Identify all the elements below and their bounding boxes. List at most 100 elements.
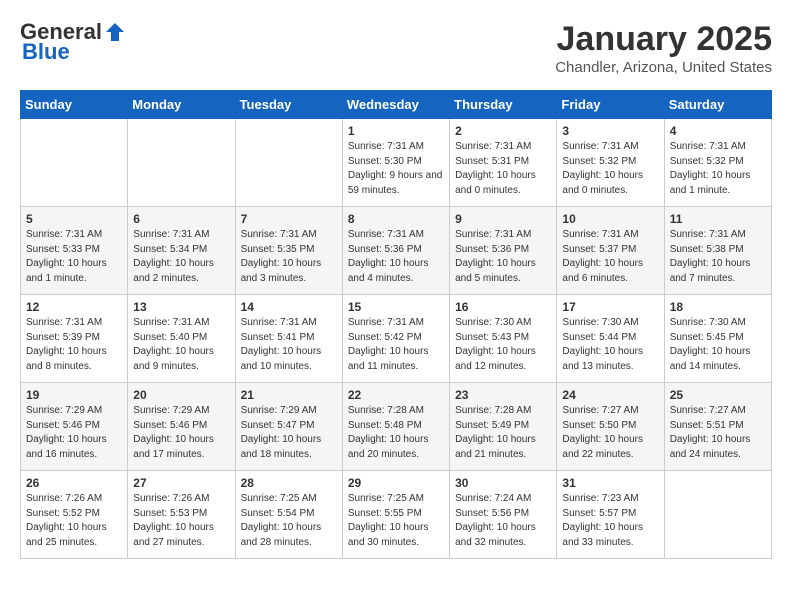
day-number: 26 — [26, 476, 122, 490]
calendar-cell: 20 Sunrise: 7:29 AM Sunset: 5:46 PM Dayli… — [128, 383, 235, 471]
calendar-cell: 7Sunrise: 7:31 AM Sunset: 5:35 PM Daylig… — [235, 207, 342, 295]
logo-icon — [104, 21, 126, 43]
day-info: Sunrise: 7:29 AM Sunset: 5:46 PM Dayligh… — [26, 404, 122, 462]
week-row-3: 12 Sunrise: 7:31 AM Sunset: 5:39 PM Dayli… — [21, 295, 772, 383]
day-info: Sunrise: 7:31 AM Sunset: 5:39 PM Dayligh… — [26, 316, 122, 374]
calendar-cell: 11 Sunrise: 7:31 AM Sunset: 5:38 PM Dayli… — [664, 207, 771, 295]
day-info: Sunrise: 7:31 AM Sunset: 5:36 PM Dayligh… — [455, 228, 551, 286]
day-number: 20 — [133, 388, 229, 402]
calendar-cell: 22Sunrise: 7:28 AM Sunset: 5:48 PM Dayli… — [342, 383, 449, 471]
day-info: Sunrise: 7:29 AM Sunset: 5:46 PM Dayligh… — [133, 404, 229, 462]
calendar-cell: 6 Sunrise: 7:31 AM Sunset: 5:34 PM Daylig… — [128, 207, 235, 295]
header-tuesday: Tuesday — [235, 91, 342, 119]
calendar-subtitle: Chandler, Arizona, United States — [555, 59, 772, 76]
calendar-cell: 12 Sunrise: 7:31 AM Sunset: 5:39 PM Dayli… — [21, 295, 128, 383]
day-info: Sunrise: 7:30 AM Sunset: 5:44 PM Dayligh… — [562, 316, 658, 374]
week-row-4: 19 Sunrise: 7:29 AM Sunset: 5:46 PM Dayli… — [21, 383, 772, 471]
day-number: 5 — [26, 212, 122, 226]
day-number: 6 — [133, 212, 229, 226]
calendar-cell: 2Sunrise: 7:31 AM Sunset: 5:31 PM Daylig… — [450, 119, 557, 207]
day-number: 19 — [26, 388, 122, 402]
day-number: 9 — [455, 212, 551, 226]
calendar-cell: 23 Sunrise: 7:28 AM Sunset: 5:49 PM Dayli… — [450, 383, 557, 471]
day-number: 28 — [241, 476, 337, 490]
calendar-cell: 24 Sunrise: 7:27 AM Sunset: 5:50 PM Dayli… — [557, 383, 664, 471]
calendar-cell: 29Sunrise: 7:25 AM Sunset: 5:55 PM Dayli… — [342, 471, 449, 559]
calendar-cell: 4 Sunrise: 7:31 AM Sunset: 5:32 PM Daylig… — [664, 119, 771, 207]
calendar-cell: 30 Sunrise: 7:24 AM Sunset: 5:56 PM Dayli… — [450, 471, 557, 559]
title-block: January 2025 Chandler, Arizona, United S… — [555, 20, 772, 76]
day-number: 4 — [670, 124, 766, 138]
calendar-cell: 26 Sunrise: 7:26 AM Sunset: 5:52 PM Dayli… — [21, 471, 128, 559]
day-info: Sunrise: 7:25 AM Sunset: 5:55 PM Dayligh… — [348, 492, 444, 550]
logo: General Blue — [20, 20, 126, 64]
day-info: Sunrise: 7:30 AM Sunset: 5:45 PM Dayligh… — [670, 316, 766, 374]
day-info: Sunrise: 7:31 AM Sunset: 5:37 PM Dayligh… — [562, 228, 658, 286]
calendar-cell: 10 Sunrise: 7:31 AM Sunset: 5:37 PM Dayli… — [557, 207, 664, 295]
day-number: 13 — [133, 300, 229, 314]
calendar-cell: 27 Sunrise: 7:26 AM Sunset: 5:53 PM Dayli… — [128, 471, 235, 559]
calendar-cell — [235, 119, 342, 207]
day-number: 22 — [348, 388, 444, 402]
day-number: 27 — [133, 476, 229, 490]
week-row-1: 1 Sunrise: 7:31 AM Sunset: 5:30 PM Daylig… — [21, 119, 772, 207]
day-info: Sunrise: 7:31 AM Sunset: 5:32 PM Dayligh… — [670, 140, 766, 198]
day-number: 24 — [562, 388, 658, 402]
day-number: 30 — [455, 476, 551, 490]
calendar-cell: 3 Sunrise: 7:31 AM Sunset: 5:32 PM Daylig… — [557, 119, 664, 207]
day-number: 16 — [455, 300, 551, 314]
calendar-cell — [21, 119, 128, 207]
day-info: Sunrise: 7:25 AM Sunset: 5:54 PM Dayligh… — [241, 492, 337, 550]
week-row-5: 26 Sunrise: 7:26 AM Sunset: 5:52 PM Dayli… — [21, 471, 772, 559]
calendar-cell: 13Sunrise: 7:31 AM Sunset: 5:40 PM Dayli… — [128, 295, 235, 383]
calendar-cell: 19 Sunrise: 7:29 AM Sunset: 5:46 PM Dayli… — [21, 383, 128, 471]
calendar-cell: 1 Sunrise: 7:31 AM Sunset: 5:30 PM Daylig… — [342, 119, 449, 207]
calendar-title: January 2025 — [555, 20, 772, 59]
calendar-cell — [128, 119, 235, 207]
day-info: Sunrise: 7:28 AM Sunset: 5:49 PM Dayligh… — [455, 404, 551, 462]
calendar-cell: 25Sunrise: 7:27 AM Sunset: 5:51 PM Dayli… — [664, 383, 771, 471]
calendar-cell: 5 Sunrise: 7:31 AM Sunset: 5:33 PM Daylig… — [21, 207, 128, 295]
day-info: Sunrise: 7:30 AM Sunset: 5:43 PM Dayligh… — [455, 316, 551, 374]
header-thursday: Thursday — [450, 91, 557, 119]
calendar-cell: 8 Sunrise: 7:31 AM Sunset: 5:36 PM Daylig… — [342, 207, 449, 295]
day-info: Sunrise: 7:31 AM Sunset: 5:33 PM Dayligh… — [26, 228, 122, 286]
day-number: 8 — [348, 212, 444, 226]
day-number: 1 — [348, 124, 444, 138]
calendar-cell: 9 Sunrise: 7:31 AM Sunset: 5:36 PM Daylig… — [450, 207, 557, 295]
days-header-row: Sunday Monday Tuesday Wednesday Thursday… — [21, 91, 772, 119]
day-info: Sunrise: 7:27 AM Sunset: 5:50 PM Dayligh… — [562, 404, 658, 462]
calendar-cell: 18 Sunrise: 7:30 AM Sunset: 5:45 PM Dayli… — [664, 295, 771, 383]
day-info: Sunrise: 7:27 AM Sunset: 5:51 PM Dayligh… — [670, 404, 766, 462]
header-sunday: Sunday — [21, 91, 128, 119]
day-number: 15 — [348, 300, 444, 314]
day-number: 31 — [562, 476, 658, 490]
calendar-cell: 14Sunrise: 7:31 AM Sunset: 5:41 PM Dayli… — [235, 295, 342, 383]
day-info: Sunrise: 7:31 AM Sunset: 5:32 PM Dayligh… — [562, 140, 658, 198]
header-monday: Monday — [128, 91, 235, 119]
day-number: 23 — [455, 388, 551, 402]
day-number: 10 — [562, 212, 658, 226]
header-saturday: Saturday — [664, 91, 771, 119]
day-number: 11 — [670, 212, 766, 226]
day-info: Sunrise: 7:26 AM Sunset: 5:53 PM Dayligh… — [133, 492, 229, 550]
header-wednesday: Wednesday — [342, 91, 449, 119]
day-info: Sunrise: 7:31 AM Sunset: 5:38 PM Dayligh… — [670, 228, 766, 286]
day-number: 12 — [26, 300, 122, 314]
day-info: Sunrise: 7:31 AM Sunset: 5:35 PM Dayligh… — [241, 228, 337, 286]
day-info: Sunrise: 7:31 AM Sunset: 5:34 PM Dayligh… — [133, 228, 229, 286]
logo-blue: Blue — [22, 40, 70, 64]
day-info: Sunrise: 7:31 AM Sunset: 5:36 PM Dayligh… — [348, 228, 444, 286]
day-number: 3 — [562, 124, 658, 138]
day-info: Sunrise: 7:26 AM Sunset: 5:52 PM Dayligh… — [26, 492, 122, 550]
page: General Blue January 2025 Chandler, Ariz… — [0, 0, 792, 569]
calendar-cell: 15Sunrise: 7:31 AM Sunset: 5:42 PM Dayli… — [342, 295, 449, 383]
calendar-cell: 17Sunrise: 7:30 AM Sunset: 5:44 PM Dayli… — [557, 295, 664, 383]
calendar-cell: 16 Sunrise: 7:30 AM Sunset: 5:43 PM Dayli… — [450, 295, 557, 383]
calendar-cell — [664, 471, 771, 559]
day-number: 18 — [670, 300, 766, 314]
header: General Blue January 2025 Chandler, Ariz… — [20, 20, 772, 76]
day-info: Sunrise: 7:31 AM Sunset: 5:41 PM Dayligh… — [241, 316, 337, 374]
day-info: Sunrise: 7:24 AM Sunset: 5:56 PM Dayligh… — [455, 492, 551, 550]
day-info: Sunrise: 7:31 AM Sunset: 5:30 PM Dayligh… — [348, 140, 444, 198]
